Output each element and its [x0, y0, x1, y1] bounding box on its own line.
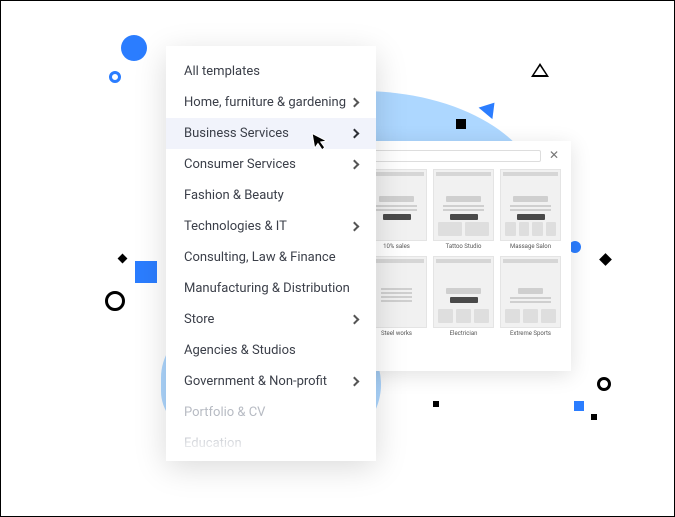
menu-item-label: Manufacturing & Distribution [184, 281, 350, 296]
deco-circle-outline [109, 71, 121, 83]
menu-item-label: Home, furniture & gardening [184, 95, 346, 110]
deco-circle-outline [105, 291, 125, 311]
menu-item-label: Technologies & IT [184, 219, 287, 234]
menu-item[interactable]: Government & Non-profit [166, 366, 376, 397]
chevron-right-icon [350, 315, 360, 325]
menu-item-label: All templates [184, 64, 260, 79]
menu-item-label: Government & Non-profit [184, 374, 327, 389]
menu-item-label: Portfolio & CV [184, 405, 265, 420]
deco-triangle [531, 63, 549, 77]
chevron-right-icon [350, 160, 360, 170]
deco-square [118, 254, 128, 264]
template-caption: 10% sales [383, 244, 410, 250]
menu-item-label: Store [184, 312, 214, 327]
template-card[interactable]: Massage Salon [500, 169, 561, 250]
template-caption: Massage Salon [510, 244, 551, 250]
template-caption: Steel works [381, 331, 412, 337]
template-thumbnail [433, 256, 494, 328]
menu-item[interactable]: Agencies & Studios [166, 335, 376, 366]
menu-item-label: Fashion & Beauty [184, 188, 284, 203]
menu-item[interactable]: Fashion & Beauty [166, 180, 376, 211]
deco-square-blue [135, 261, 157, 283]
deco-circle-outline [597, 377, 611, 391]
deco-circle [121, 35, 147, 61]
menu-item[interactable]: Consumer Services [166, 149, 376, 180]
chevron-right-icon [350, 98, 360, 108]
deco-square [456, 119, 466, 129]
template-card[interactable]: Extreme Sports [500, 256, 561, 337]
template-caption: Electrician [450, 331, 478, 337]
gallery-search-input[interactable] [366, 150, 541, 162]
menu-item[interactable]: Portfolio & CV [166, 397, 376, 428]
template-category-menu: All templates Home, furniture & gardening… [166, 46, 376, 459]
deco-square [599, 253, 612, 266]
template-thumbnail [500, 256, 561, 328]
menu-item[interactable]: Business Services [166, 118, 376, 149]
deco-square-blue [574, 401, 584, 411]
template-caption: Tattoo Studio [446, 244, 482, 250]
menu-item-label: Consumer Services [184, 157, 296, 172]
menu-item-label: Consulting, Law & Finance [184, 250, 336, 265]
chevron-right-icon [350, 222, 360, 232]
chevron-right-icon [350, 129, 360, 139]
menu-item[interactable]: Store [166, 304, 376, 335]
template-card[interactable]: Electrician [433, 256, 494, 337]
menu-item-label: Business Services [184, 126, 289, 141]
menu-item[interactable]: Home, furniture & gardening [166, 87, 376, 118]
close-icon[interactable]: ✕ [547, 149, 561, 163]
template-thumbnail [433, 169, 494, 241]
menu-item[interactable]: Technologies & IT [166, 211, 376, 242]
menu-item[interactable]: Manufacturing & Distribution [166, 273, 376, 304]
menu-item[interactable]: All templates [166, 56, 376, 87]
menu-item-label: Agencies & Studios [184, 343, 296, 358]
template-thumbnail [500, 169, 561, 241]
deco-square [433, 401, 439, 407]
menu-item[interactable]: Consulting, Law & Finance [166, 242, 376, 273]
menu-fade-mask [166, 431, 376, 461]
template-caption: Extreme Sports [510, 331, 551, 337]
deco-triangle-blue [479, 97, 502, 119]
deco-square [591, 414, 597, 420]
template-card[interactable]: Tattoo Studio [433, 169, 494, 250]
template-gallery-panel: ✕ 10% sales Tattoo Studio Massage Salon Ste… [356, 141, 571, 371]
chevron-right-icon [350, 377, 360, 387]
